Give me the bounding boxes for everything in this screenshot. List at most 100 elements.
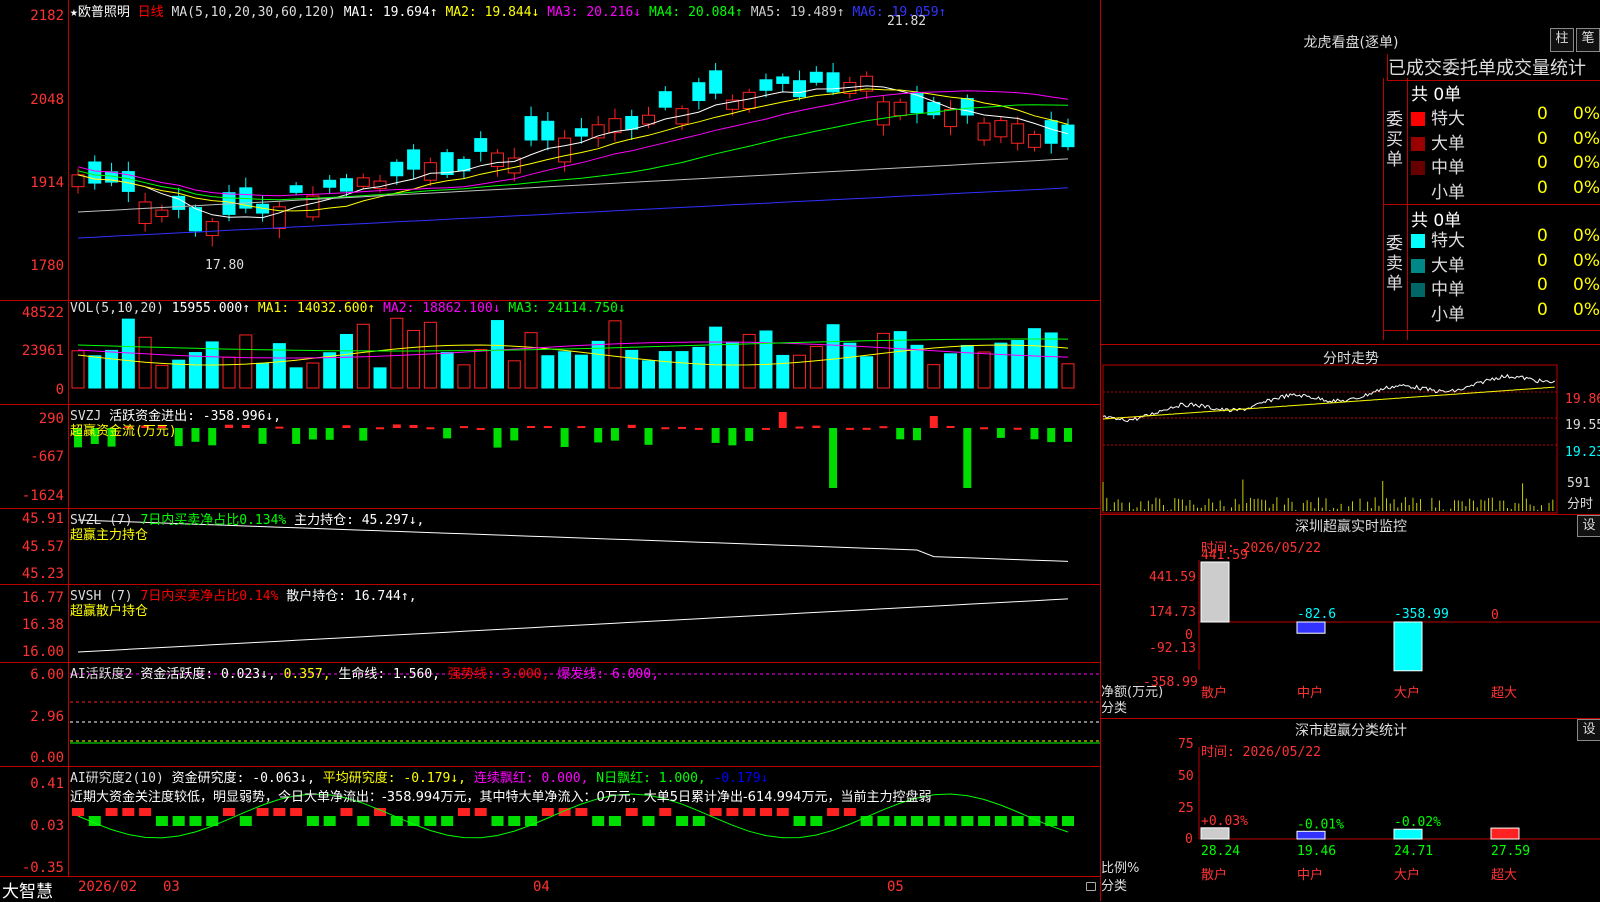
ai1-v2: 0.357, [283,667,331,682]
research-bar [189,816,202,826]
flow-bar [459,426,468,429]
flow-bar [912,428,921,441]
svsh-sub: 超赢散户持仓 [70,604,149,619]
svzj-panel[interactable]: 290 -667 -1624 SVZJ 活跃资金进出: -358.996↓, 超… [0,404,1100,509]
buy-row: 大单 [1411,129,1465,154]
intraday-chart[interactable] [1101,345,1600,515]
svzl-value: 主力持仓: 45.297↓, [294,513,425,528]
ratio-value-label: 24.71 [1394,844,1433,859]
bar-value-label: 0 [1491,608,1499,623]
stock-title[interactable]: ★欧普照明 [70,5,130,20]
sell-row: 特大 [1411,226,1465,251]
sell-row-count: 0 [1537,250,1548,271]
volume-panel[interactable]: 48522 23961 0 VOL(5,10,20) 15955.000↑ MA… [0,300,1100,405]
tick-mode-button[interactable]: 笔 [1576,28,1600,52]
candle-body [742,91,756,110]
volume-bar [709,326,723,389]
volume-bar [977,351,991,389]
intraday-panel[interactable]: 分时走势 19.86 19.55 19.23 591 分时 [1100,344,1600,515]
flow-bar [627,424,636,428]
sz-class-ylabel: 比例% [1101,861,1140,876]
flow-bar [795,426,804,429]
buy-row-pct: 0% [1573,177,1600,198]
flow-bar [761,427,770,430]
vol-ma1: MA1: 14032.600↑ [257,301,376,316]
buy-row-name: 大单 [1431,133,1465,154]
legend-swatch [1411,307,1425,322]
flow-bar [661,427,670,430]
volume-bar [339,333,353,389]
category-label: 散户 [1201,685,1227,701]
flow-bar [476,427,485,430]
sell-row-count: 0 [1537,226,1548,246]
flow-bar [1013,427,1022,430]
bar-mode-button[interactable]: 柱 [1550,28,1574,52]
ai2-name: AI研究度2(10) [70,771,164,786]
volume-bar [440,352,454,389]
research-bar [139,808,152,816]
volume-bar [88,355,102,389]
buy-row-pct: 0% [1573,128,1600,149]
sell-row: 中单 [1411,275,1465,300]
low-price-label: 17.80 [205,258,245,273]
ma1-value: MA1: 19.694↑ [343,5,438,20]
flow-bar [1064,428,1072,442]
flow-bar [694,427,703,430]
flow-bar [862,427,871,430]
candle-body [977,122,991,141]
net-amount-bar [1393,621,1423,672]
flow-bar [241,424,250,428]
svsh-panel[interactable]: 16.77 16.38 16.00 SVSH (7) 7日内买卖净占比0.14%… [0,584,1100,663]
flow-bar [342,425,351,428]
candle-body [289,185,303,193]
net-amount-bar [1200,561,1230,623]
candle-body [994,120,1008,138]
kline-panel[interactable]: 2182 2048 1914 1780 ★欧普照明 日线 MA(5,10,20,… [0,0,1100,301]
vol-value: 15955.000↑ [171,301,251,316]
date-axis: 大智慧 2026/02 03 04 05 [0,876,1100,902]
volume-bar [776,354,790,389]
candle-body [1044,120,1058,144]
volume-bar [306,362,320,389]
ai-research-panel[interactable]: 0.41 0.03 -0.35 AI研究度2(10) 资金研究度: -0.063… [0,766,1100,877]
research-bar [625,808,638,816]
legend-swatch [1411,283,1425,297]
kline-chart[interactable] [0,0,1100,300]
period-label[interactable]: 日线 [138,5,164,20]
candle-body [339,178,353,192]
legend-swatch [1411,258,1425,273]
sz-class-xlabel: 分类 [1101,879,1128,894]
ai-activity-legend: AI活跃度2 资金活跃度: 0.023↓, 0.357, 生命线: 1.560,… [70,663,659,682]
candle-body [490,152,504,168]
candle-body [960,97,974,116]
flow-bar [963,428,972,488]
lhb-tabs[interactable]: 已成交委托单成交量统计 [1387,54,1600,81]
sell-row-name: 小单 [1431,304,1465,325]
buy-row-name: 中单 [1431,158,1465,178]
flow-bar [845,427,854,430]
ai-activity-panel[interactable]: 6.00 2.96 0.00 AI活跃度2 资金活跃度: 0.023↓, 0.3… [0,662,1100,767]
ma2-value: MA2: 19.844↓ [445,5,540,20]
research-bar [105,808,118,816]
flow-bar [225,424,234,428]
y-tick: 0 [1185,832,1193,847]
lock-icon[interactable] [1086,882,1096,891]
svsh-ratio: 7日内买卖净占比0.14% [140,589,279,604]
volume-bar [423,321,437,389]
research-bar [290,808,303,816]
research-bar [961,816,974,826]
research-bar [743,808,756,816]
candle-body [474,138,488,152]
legend-swatch [1411,234,1425,248]
buy-row: 中单 [1411,153,1465,178]
svsh-value: 散户持仓: 16.744↑, [286,589,417,604]
date-tick: 05 [887,879,904,895]
flow-bar [325,428,334,440]
change-label: -0.02% [1394,815,1441,830]
flow-bar [1030,428,1039,440]
sell-row-pct: 0% [1573,250,1600,271]
flow-bar [980,427,989,430]
ma5-value: MA5: 19.489↑ [750,5,845,20]
svzl-panel[interactable]: 45.91 45.57 45.23 SVZL (7) 7日内买卖净占比0.134… [0,508,1100,585]
candle-body [642,114,656,125]
